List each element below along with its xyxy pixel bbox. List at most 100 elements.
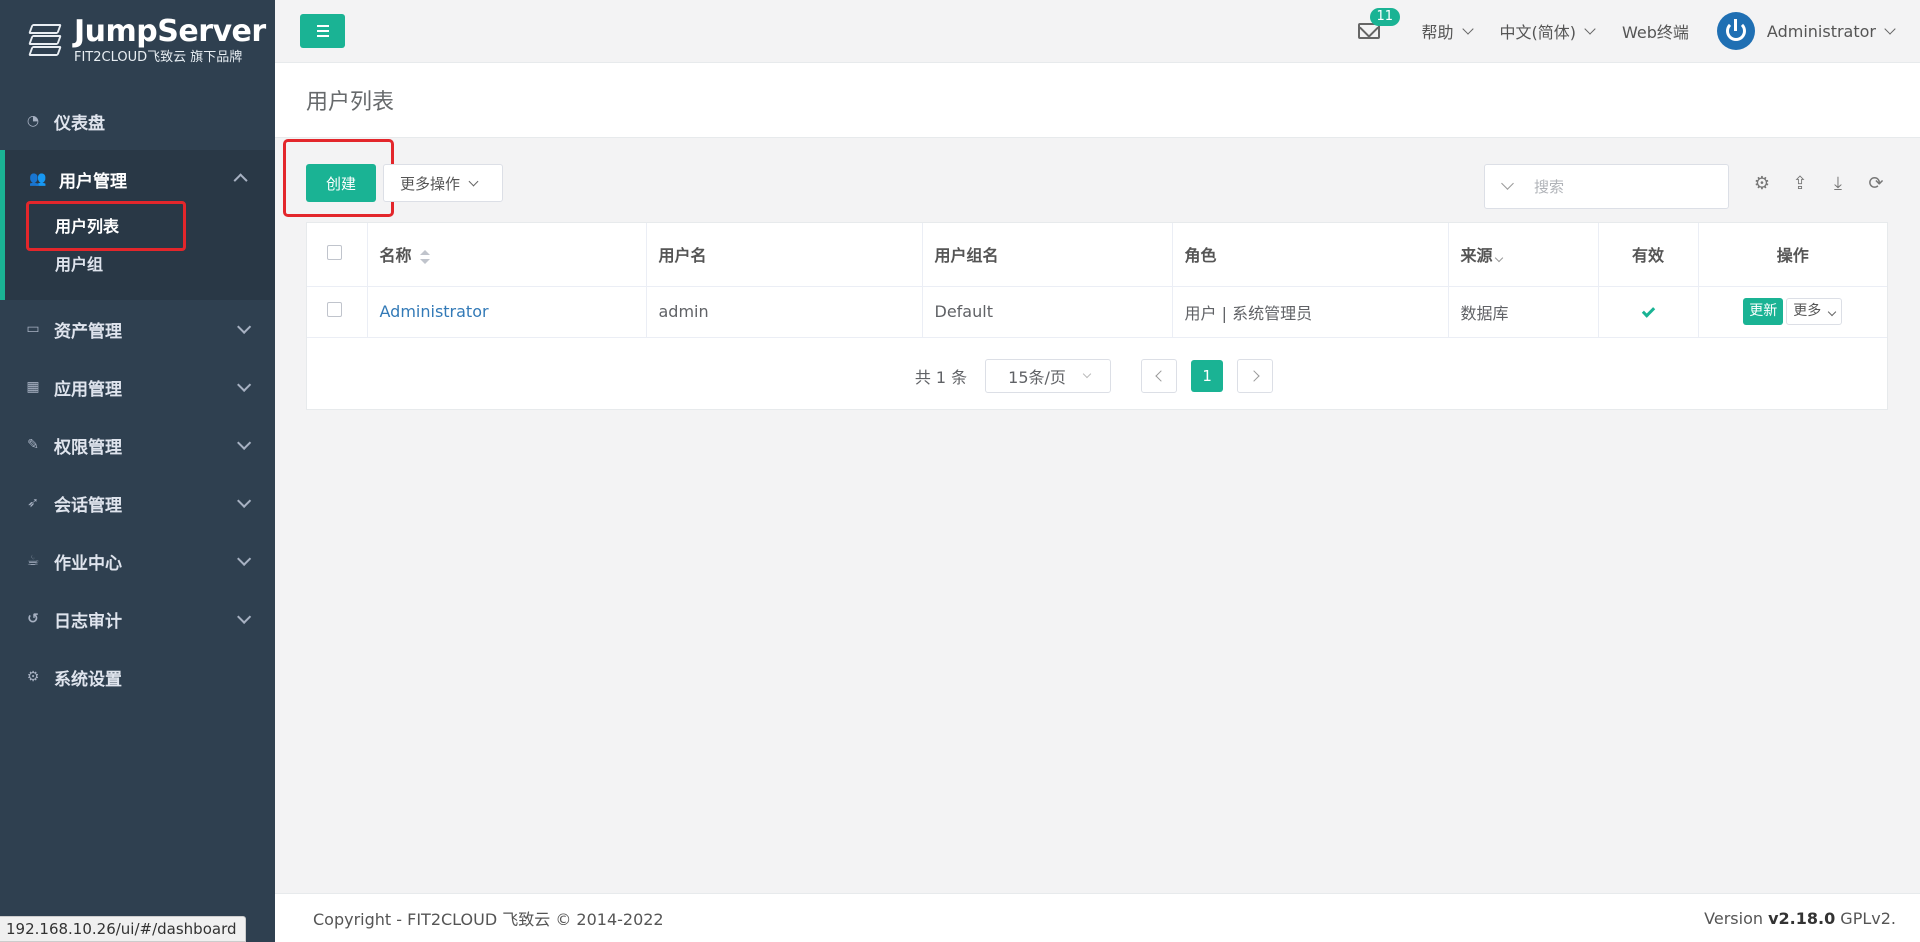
sidebar-item-jobs[interactable]: ☕ 作业中心 bbox=[0, 532, 275, 590]
sidebar-item-dashboard[interactable]: ◔ 仪表盘 bbox=[0, 92, 275, 150]
logo-subtitle: FIT2CLOUD飞致云 旗下品牌 bbox=[74, 49, 243, 65]
chevron-down-icon bbox=[1461, 22, 1474, 35]
row-more-button[interactable]: 更多 bbox=[1786, 298, 1843, 325]
history-icon: ↺ bbox=[27, 611, 39, 627]
sidebar-item-label: 权限管理 bbox=[54, 437, 122, 458]
user-table: 名称 用户名 用户组名 角色 来源 有效 操作 Administrator ad… bbox=[307, 223, 1887, 338]
logo[interactable]: JumpServer FIT2CLOUD飞致云 旗下品牌 bbox=[0, 0, 275, 80]
pagination-total: 共 1 条 bbox=[914, 368, 968, 387]
chevron-up-icon bbox=[233, 173, 248, 188]
table-toolbar: 创建 更多操作 ⚙ ⇪ ⤓ ⟳ bbox=[275, 138, 1920, 222]
sidebar-item-applications[interactable]: ▦ 应用管理 bbox=[0, 358, 275, 416]
chevron-down-icon bbox=[468, 176, 479, 186]
column-header-label: 名称 bbox=[379, 246, 412, 266]
sidebar-item-users[interactable]: 👥 用户管理 bbox=[5, 150, 275, 208]
refresh-icon[interactable]: ⟳ bbox=[1866, 174, 1886, 194]
chevron-down-icon bbox=[237, 551, 252, 566]
web-terminal-link[interactable]: Web终端 bbox=[1622, 19, 1689, 43]
mail-count-badge: 11 bbox=[1369, 8, 1401, 26]
sidebar-item-label: 资产管理 bbox=[54, 321, 122, 342]
page-number-button[interactable]: 1 bbox=[1191, 360, 1224, 392]
edit-icon: ✎ bbox=[27, 437, 39, 453]
table-row: Administrator admin Default 用户 | 系统管理员 数… bbox=[307, 286, 1887, 338]
sidebar-item-sessions[interactable]: ➶ 会话管理 bbox=[0, 474, 275, 532]
chevron-down-icon bbox=[237, 609, 252, 624]
sidebar-item-audit[interactable]: ↺ 日志审计 bbox=[0, 590, 275, 648]
sidebar-item-label: 系统设置 bbox=[54, 669, 122, 690]
footer: Copyright - FIT2CLOUD 飞致云 © 2014-2022 Ve… bbox=[275, 893, 1920, 942]
version-prefix: Version bbox=[1704, 908, 1769, 928]
sidebar-submenu-users: 用户列表 用户组 bbox=[5, 201, 275, 300]
page-title: 用户列表 bbox=[306, 90, 395, 115]
column-header-name[interactable]: 名称 bbox=[367, 223, 647, 287]
language-label: 中文(简体) bbox=[1499, 23, 1577, 42]
sidebar-item-label: 仪表盘 bbox=[54, 113, 105, 134]
menu-toggle-button[interactable] bbox=[300, 14, 345, 48]
table-tools: ⚙ ⇪ ⤓ ⟳ bbox=[1752, 174, 1886, 194]
column-header-username: 用户名 bbox=[646, 223, 923, 287]
users-icon: 👥 bbox=[29, 171, 47, 187]
cell-actions: 更新 更多 bbox=[1698, 286, 1887, 338]
chevron-down-icon bbox=[1828, 307, 1837, 317]
upload-icon[interactable]: ⇪ bbox=[1790, 174, 1810, 194]
check-icon bbox=[1641, 304, 1655, 318]
chevron-down-icon bbox=[237, 435, 252, 450]
page-heading: 用户列表 bbox=[275, 63, 1920, 138]
cell-username: admin bbox=[646, 286, 923, 338]
column-header-source[interactable]: 来源 bbox=[1448, 223, 1599, 287]
cell-name: Administrator bbox=[367, 286, 647, 338]
sidebar-item-settings[interactable]: ⚙ 系统设置 bbox=[0, 648, 275, 706]
chevron-down-icon bbox=[1494, 254, 1503, 263]
copyright-text: Copyright - FIT2CLOUD 飞致云 © 2014-2022 bbox=[313, 910, 664, 929]
page-size-select[interactable]: 15条/页 bbox=[985, 359, 1112, 393]
sort-icon[interactable] bbox=[419, 249, 430, 264]
column-header-label: 来源 bbox=[1460, 246, 1493, 266]
user-table-card: 名称 用户名 用户组名 角色 来源 有效 操作 Administrator ad… bbox=[306, 222, 1888, 410]
cell-source: 数据库 bbox=[1448, 286, 1599, 338]
user-menu[interactable]: Administrator bbox=[1716, 12, 1896, 50]
sidebar-item-label: 日志审计 bbox=[54, 611, 122, 632]
browser-status-url: 192.168.10.26/ui/#/dashboard bbox=[0, 916, 246, 942]
gear-icon[interactable]: ⚙ bbox=[1752, 174, 1772, 194]
top-navbar: 11 帮助 中文(简体) Web终端 Administrator bbox=[275, 0, 1920, 63]
user-name-link[interactable]: Administrator bbox=[380, 302, 489, 321]
language-menu[interactable]: 中文(简体) bbox=[1499, 19, 1596, 43]
sidebar-item-user-groups[interactable]: 用户组 bbox=[5, 246, 275, 284]
row-more-label: 更多 bbox=[1793, 303, 1822, 319]
chevron-down-icon bbox=[237, 377, 252, 392]
create-button[interactable]: 创建 bbox=[306, 164, 376, 202]
help-menu[interactable]: 帮助 bbox=[1421, 19, 1474, 43]
sidebar-item-label: 应用管理 bbox=[54, 379, 122, 400]
mail-icon[interactable]: 11 bbox=[1357, 8, 1401, 39]
user-name: Administrator bbox=[1766, 21, 1876, 41]
sidebar-item-user-list[interactable]: 用户列表 bbox=[5, 201, 275, 251]
search-input[interactable] bbox=[1534, 177, 1714, 196]
update-button[interactable]: 更新 bbox=[1743, 298, 1784, 325]
next-page-button[interactable] bbox=[1237, 359, 1274, 393]
select-all-cell bbox=[307, 223, 368, 287]
more-actions-button[interactable]: 更多操作 bbox=[383, 164, 503, 202]
row-select-cell bbox=[307, 286, 368, 338]
grid-icon: ▦ bbox=[26, 379, 40, 395]
logo-icon bbox=[26, 20, 64, 60]
prev-page-button[interactable] bbox=[1141, 359, 1178, 393]
column-header-group: 用户组名 bbox=[922, 223, 1173, 287]
chevron-down-icon bbox=[1584, 22, 1596, 35]
select-all-checkbox[interactable] bbox=[327, 244, 342, 260]
help-label: 帮助 bbox=[1421, 23, 1454, 42]
sidebar-item-label: 作业中心 bbox=[54, 553, 122, 574]
sidebar-item-assets[interactable]: ▭ 资产管理 bbox=[0, 300, 275, 358]
pagination: 共 1 条 15条/页 1 bbox=[307, 359, 1887, 393]
license-text: GPLv2. bbox=[1835, 908, 1896, 928]
cell-role: 用户 | 系统管理员 bbox=[1172, 286, 1449, 338]
sidebar-nav: ◔ 仪表盘 👥 用户管理 用户列表 用户组 ▭ 资产管理 ▦ 应用管理 ✎ 权限… bbox=[0, 92, 275, 706]
avatar bbox=[1716, 12, 1755, 50]
logo-title: JumpServer bbox=[74, 13, 266, 49]
chevron-down-icon[interactable] bbox=[1501, 177, 1514, 190]
download-icon[interactable]: ⤓ bbox=[1828, 174, 1848, 194]
sidebar-group-users: 👥 用户管理 用户列表 用户组 bbox=[0, 150, 275, 300]
row-checkbox[interactable] bbox=[327, 302, 342, 317]
rocket-icon: ➶ bbox=[27, 495, 39, 511]
version-info: Version v2.18.0 GPLv2. bbox=[1704, 909, 1896, 928]
sidebar-item-permissions[interactable]: ✎ 权限管理 bbox=[0, 416, 275, 474]
